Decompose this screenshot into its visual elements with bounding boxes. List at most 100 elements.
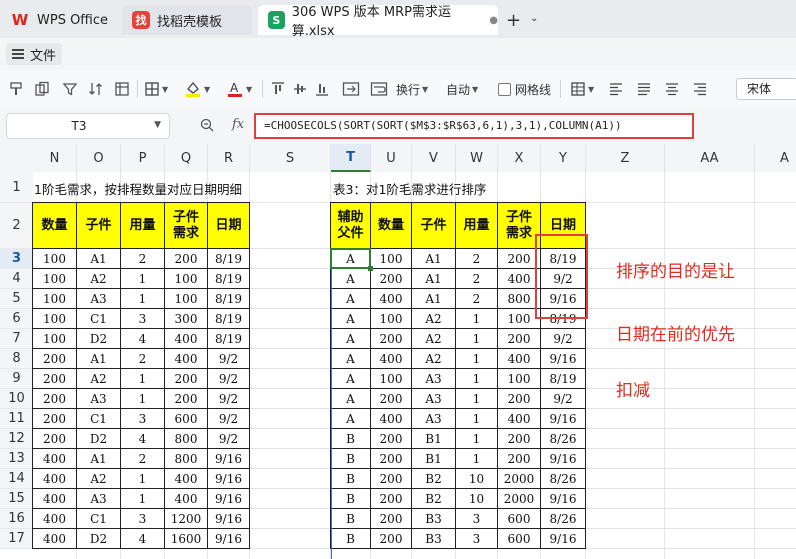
align-top-icon[interactable] <box>270 79 286 99</box>
table3-data-cell[interactable]: B <box>331 509 371 529</box>
table1-data-cell[interactable]: 9/2 <box>208 349 250 369</box>
table1-data-cell[interactable]: 8/19 <box>208 269 250 289</box>
table3-data-cell[interactable]: B3 <box>412 529 456 549</box>
table3-data-cell[interactable]: 400 <box>371 349 412 369</box>
table1-data-cell[interactable]: C1 <box>77 409 121 429</box>
formula-input[interactable]: =CHOOSECOLS(SORT(SORT($M$3:$R$63,6,1),3,… <box>254 113 694 139</box>
table1-data-cell[interactable]: C1 <box>77 309 121 329</box>
table3-data-cell[interactable]: A2 <box>412 309 456 329</box>
align-justify-icon[interactable] <box>636 79 652 99</box>
spreadsheet-grid[interactable]: N O P Q R S T U V W X Y Z AA A 1 2 3 4 5 6 7 8 9 10 11 12 13 14 15 16 1… <box>0 144 796 559</box>
merge-icon[interactable] <box>342 79 360 99</box>
table1-data-cell[interactable]: 4 <box>121 329 165 349</box>
align-center-icon[interactable] <box>664 79 680 99</box>
table3-data-cell[interactable]: A <box>331 289 371 309</box>
table3-data-cell[interactable]: 8/26 <box>541 509 586 529</box>
gridlines-checkbox[interactable] <box>498 82 511 96</box>
table1-data-cell[interactable]: 100 <box>165 289 208 309</box>
table1-data-cell[interactable]: A1 <box>77 449 121 469</box>
table1-data-cell[interactable]: 400 <box>165 469 208 489</box>
zoom-search-icon[interactable] <box>200 118 214 136</box>
table3-data-cell[interactable]: 200 <box>371 489 412 509</box>
table3-data-cell[interactable]: 3 <box>456 529 498 549</box>
table3-data-cell[interactable]: 1 <box>456 349 498 369</box>
align-left-icon[interactable] <box>608 79 624 99</box>
table3-data-cell[interactable]: 200 <box>498 429 541 449</box>
table1-data-cell[interactable]: A1 <box>77 249 121 269</box>
table3-data-cell[interactable]: 1 <box>456 329 498 349</box>
table1-data-cell[interactable]: 400 <box>165 489 208 509</box>
table3-data-cell[interactable]: 1 <box>456 429 498 449</box>
table3-data-cell[interactable]: 200 <box>371 429 412 449</box>
table3-data-cell[interactable]: 100 <box>498 369 541 389</box>
table3-data-cell[interactable]: 2 <box>456 289 498 309</box>
table1-data-cell[interactable]: 400 <box>165 349 208 369</box>
table3-data-cell[interactable]: 9/16 <box>541 489 586 509</box>
table1-data-cell[interactable]: 3 <box>121 409 165 429</box>
table1-data-cell[interactable]: 100 <box>33 269 77 289</box>
table1-data-cell[interactable]: 400 <box>33 489 77 509</box>
table1-data-cell[interactable]: 4 <box>121 429 165 449</box>
wrap-text-icon[interactable] <box>370 79 388 99</box>
table1-data-cell[interactable]: 300 <box>165 309 208 329</box>
table3-data-cell[interactable]: 2 <box>456 249 498 269</box>
table3-data-cell[interactable]: B1 <box>412 449 456 469</box>
table3-data-cell[interactable]: B2 <box>412 469 456 489</box>
table3-data-cell[interactable]: 200 <box>371 449 412 469</box>
table1-data-cell[interactable]: 200 <box>33 369 77 389</box>
table1-data-cell[interactable]: A3 <box>77 389 121 409</box>
table3-data-cell[interactable]: A <box>331 309 371 329</box>
table1-data-cell[interactable]: 9/16 <box>208 529 250 549</box>
table3-data-cell[interactable]: 200 <box>371 469 412 489</box>
table3-data-cell[interactable]: 600 <box>498 509 541 529</box>
table3-data-cell[interactable]: 200 <box>371 529 412 549</box>
chevron-down-icon[interactable]: ▼ <box>154 120 161 130</box>
table1-data-cell[interactable]: A2 <box>77 369 121 389</box>
table1-data-cell[interactable]: 2 <box>121 349 165 369</box>
table3-data-cell[interactable]: 8/26 <box>541 469 586 489</box>
table3-data-cell[interactable]: 200 <box>371 329 412 349</box>
table1-data-cell[interactable]: 400 <box>33 449 77 469</box>
table3-data-cell[interactable]: 9/2 <box>541 329 586 349</box>
table1-data-cell[interactable]: 1200 <box>165 509 208 529</box>
table3-data-cell[interactable]: 9/16 <box>541 449 586 469</box>
table1-data-cell[interactable]: 400 <box>165 329 208 349</box>
table3-data-cell[interactable]: 2000 <box>498 489 541 509</box>
table1-data-cell[interactable]: 100 <box>33 309 77 329</box>
table3-data-cell[interactable]: 8/19 <box>541 369 586 389</box>
table3-data-cell[interactable]: 10 <box>456 469 498 489</box>
table1-data-cell[interactable]: 100 <box>165 269 208 289</box>
fill-handle[interactable] <box>368 266 373 271</box>
table1-data-cell[interactable]: 200 <box>33 389 77 409</box>
table3-data-cell[interactable]: 9/16 <box>541 349 586 369</box>
table1-data-cell[interactable]: 100 <box>33 289 77 309</box>
table3-data-cell[interactable]: 200 <box>498 329 541 349</box>
table1-data-cell[interactable]: 600 <box>165 409 208 429</box>
table3-data-cell[interactable]: 1 <box>456 409 498 429</box>
table3-data-cell[interactable]: 200 <box>371 269 412 289</box>
align-bottom-icon[interactable] <box>314 79 330 99</box>
table3-data-cell[interactable]: B2 <box>412 489 456 509</box>
table1-data-cell[interactable]: 1 <box>121 369 165 389</box>
table1-data-cell[interactable]: 2 <box>121 249 165 269</box>
table3-data-cell[interactable]: 100 <box>371 249 412 269</box>
active-cell-t3[interactable] <box>330 248 371 269</box>
table3-data-cell[interactable]: 1 <box>456 309 498 329</box>
table3-data-cell[interactable]: B <box>331 449 371 469</box>
table1-data-cell[interactable]: 9/16 <box>208 449 250 469</box>
table3-data-cell[interactable]: 1 <box>456 369 498 389</box>
table3-data-cell[interactable]: A2 <box>412 349 456 369</box>
table1-data-cell[interactable]: 1 <box>121 269 165 289</box>
table1-data-cell[interactable]: 200 <box>33 429 77 449</box>
table1-data-cell[interactable]: 8/19 <box>208 289 250 309</box>
font-color-icon[interactable]: A ▼ <box>226 79 252 99</box>
table3-data-cell[interactable]: 400 <box>371 289 412 309</box>
table3-data-cell[interactable]: 200 <box>371 509 412 529</box>
table1-data-cell[interactable]: 9/2 <box>208 409 250 429</box>
table1-data-cell[interactable]: 9/2 <box>208 389 250 409</box>
table1-data-cell[interactable]: 3 <box>121 309 165 329</box>
table3-data-cell[interactable]: 8/26 <box>541 429 586 449</box>
table1-data-cell[interactable]: 3 <box>121 509 165 529</box>
table3-data-cell[interactable]: 200 <box>498 389 541 409</box>
chevron-down-icon[interactable]: ⌄ <box>530 13 538 24</box>
